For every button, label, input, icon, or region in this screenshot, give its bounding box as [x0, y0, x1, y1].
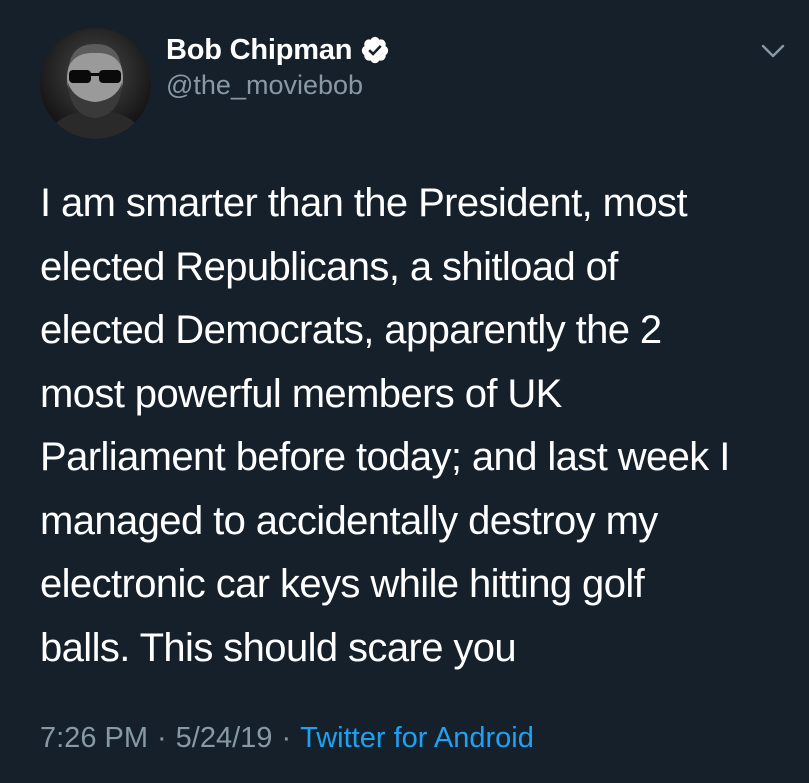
meta-separator: ·: [281, 722, 292, 754]
tweet-text-line: balls. This should scare you: [40, 625, 517, 670]
tweet-text-line: elected Republicans, a shitload of: [40, 244, 618, 289]
chevron-down-icon[interactable]: [758, 40, 788, 62]
tweet-text-line: managed to accidentally destroy my: [40, 498, 658, 543]
tweet-date[interactable]: 5/24/19: [176, 722, 273, 755]
tweet-text-line: electronic car keys while hitting golf: [40, 562, 645, 606]
author-handle[interactable]: @the_moviebob: [166, 70, 363, 101]
tweet-text: I am smarter than the President, most el…: [40, 172, 780, 680]
verified-badge-icon: [360, 35, 390, 65]
tweet-text-line: Parliament before today; and last week I: [40, 435, 730, 479]
tweet-time[interactable]: 7:26 PM: [40, 722, 148, 755]
avatar-photo-icon: [40, 28, 151, 139]
meta-separator: ·: [157, 722, 167, 754]
avatar[interactable]: [40, 28, 151, 139]
tweet: Bob Chipman @the_moviebob I am smarter t…: [0, 0, 809, 783]
tweet-text-line: most powerful members of UK: [40, 371, 562, 416]
tweet-text-line: I am smarter than the President, most: [40, 181, 688, 225]
tweet-meta: 7:26 PM · 5/24/19 · Twitter for Android: [40, 722, 534, 755]
tweet-text-line: elected Democrats, apparently the 2: [40, 308, 662, 352]
author-display-name[interactable]: Bob Chipman: [166, 34, 352, 67]
tweet-source-link[interactable]: Twitter for Android: [300, 722, 534, 755]
author-name-row[interactable]: Bob Chipman: [166, 30, 390, 70]
